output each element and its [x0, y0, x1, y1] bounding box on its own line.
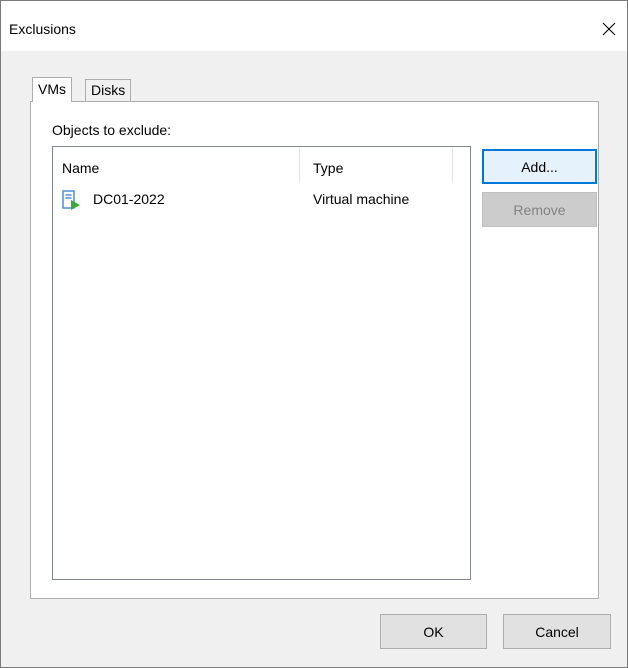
- exclusions-dialog: Exclusions VMs Disks Objects to exclude:…: [0, 0, 628, 668]
- column-header-type[interactable]: Type: [300, 147, 453, 183]
- vm-type: Virtual machine: [313, 191, 410, 207]
- column-header-name[interactable]: Name: [53, 147, 300, 183]
- vm-name: DC01-2022: [93, 191, 165, 207]
- close-icon: [602, 22, 616, 36]
- title-bar: Exclusions: [1, 1, 627, 51]
- list-item[interactable]: DC01-2022 Virtual machine: [53, 187, 470, 213]
- ok-button[interactable]: OK: [380, 614, 487, 649]
- tab-disks[interactable]: Disks: [85, 79, 132, 102]
- tab-vms[interactable]: VMs: [32, 77, 72, 102]
- objects-to-exclude-label: Objects to exclude:: [52, 122, 172, 138]
- cancel-button[interactable]: Cancel: [503, 614, 611, 649]
- dialog-title: Exclusions: [9, 21, 76, 37]
- close-button[interactable]: [591, 11, 627, 47]
- remove-button[interactable]: Remove: [482, 192, 597, 227]
- add-button[interactable]: Add...: [482, 149, 597, 184]
- exclusions-list[interactable]: Name Type DC01-2022 Virtual machine: [52, 146, 471, 580]
- vm-running-icon: [62, 190, 80, 210]
